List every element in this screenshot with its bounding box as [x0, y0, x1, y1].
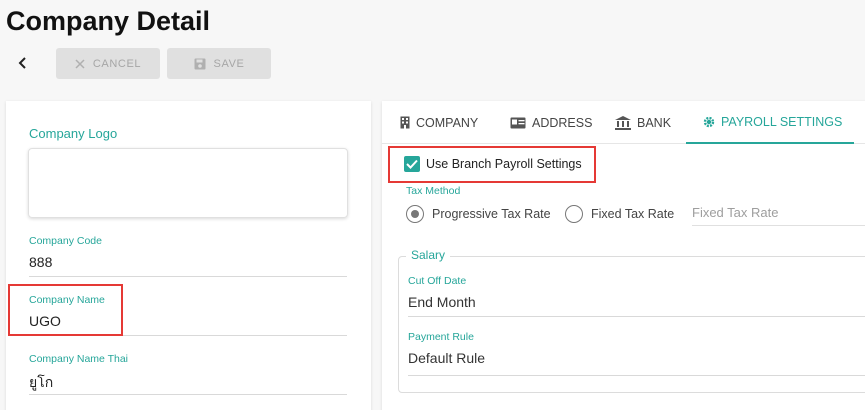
use-branch-payroll-checkbox[interactable]: Use Branch Payroll Settings — [404, 156, 582, 172]
radio-progressive-tax[interactable]: Progressive Tax Rate — [406, 205, 551, 223]
save-label: SAVE — [213, 57, 245, 70]
tab-bar: COMPANY ADDRESS BANK PAYROLL SETTINGS — [382, 101, 865, 144]
company-name-thai-field[interactable]: Company Name Thai ยูโก — [29, 353, 347, 395]
id-card-icon — [510, 117, 526, 128]
cut-off-date-label: Cut Off Date — [408, 275, 467, 287]
gear-icon — [703, 116, 715, 127]
payment-rule-value: Default Rule — [408, 350, 486, 366]
company-name-thai-label: Company Name Thai — [29, 353, 129, 365]
payment-rule-field[interactable]: Payment Rule Default Rule — [408, 331, 865, 376]
cancel-button[interactable]: CANCEL — [56, 48, 160, 79]
progressive-tax-label: Progressive Tax Rate — [432, 207, 551, 221]
bank-icon — [615, 115, 631, 130]
tab-company[interactable]: COMPANY — [400, 101, 478, 144]
fixed-tax-label: Fixed Tax Rate — [591, 207, 675, 221]
payment-rule-label: Payment Rule — [408, 331, 474, 343]
tab-address[interactable]: ADDRESS — [510, 101, 592, 144]
tab-company-label: COMPANY — [416, 115, 479, 130]
radio-fixed-tax[interactable]: Fixed Tax Rate — [565, 205, 674, 223]
cut-off-date-field[interactable]: Cut Off Date End Month — [408, 275, 865, 317]
company-name-value: UGO — [29, 313, 61, 329]
back-button[interactable] — [12, 52, 34, 74]
settings-card: COMPANY ADDRESS BANK PAYROLL SETTINGS Us… — [382, 101, 865, 410]
salary-legend: Salary — [406, 248, 451, 262]
cut-off-date-value: End Month — [408, 294, 476, 310]
radio-selected-icon — [406, 205, 424, 223]
tax-method-label: Tax Method — [406, 185, 461, 197]
page-title: Company Detail — [6, 6, 211, 36]
fixed-tax-rate-input[interactable]: Fixed Tax Rate — [692, 202, 865, 226]
chevron-left-icon — [18, 57, 26, 69]
cancel-label: CANCEL — [92, 57, 142, 70]
company-name-thai-value: ยูโก — [29, 374, 54, 390]
company-info-card: Company Logo Company Code 888 Company Na… — [6, 101, 371, 410]
company-code-value: 888 — [29, 254, 53, 270]
company-name-field[interactable]: Company Name UGO — [29, 294, 347, 336]
company-logo-upload[interactable] — [28, 148, 348, 218]
company-logo-label: Company Logo — [29, 126, 118, 141]
checkbox-checked-icon — [404, 156, 420, 172]
tab-payroll-settings-label: PAYROLL SETTINGS — [721, 114, 843, 129]
company-code-label: Company Code — [29, 235, 102, 247]
floppy-disk-icon — [194, 58, 206, 69]
company-name-label: Company Name — [29, 294, 105, 306]
building-icon — [400, 116, 410, 129]
radio-unselected-icon — [565, 205, 583, 223]
tab-address-label: ADDRESS — [532, 115, 593, 130]
tab-bank-label: BANK — [637, 115, 672, 130]
use-branch-payroll-label: Use Branch Payroll Settings — [426, 157, 582, 171]
close-icon — [75, 58, 85, 69]
company-code-field[interactable]: Company Code 888 — [29, 235, 347, 277]
tab-bank[interactable]: BANK — [615, 101, 671, 144]
tab-payroll-settings[interactable]: PAYROLL SETTINGS — [686, 101, 854, 144]
save-button[interactable]: SAVE — [167, 48, 271, 79]
